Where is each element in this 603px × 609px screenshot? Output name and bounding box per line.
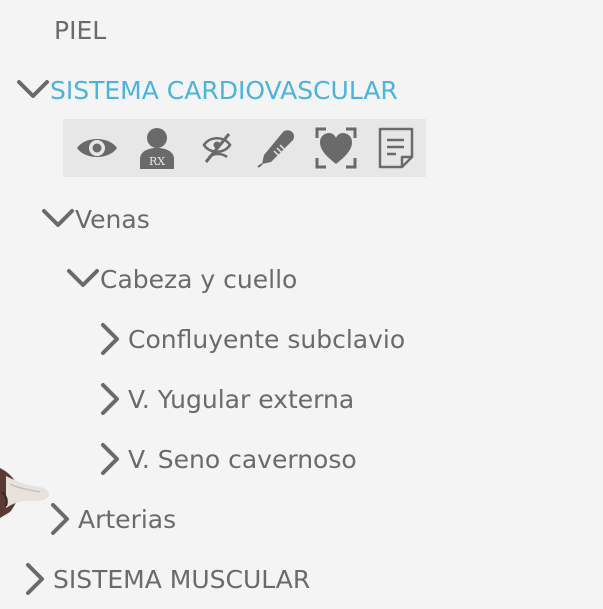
eye-icon [75, 133, 119, 163]
chevron-down-icon[interactable] [16, 73, 50, 107]
tree-item-arterias[interactable]: Arterias [44, 489, 176, 549]
chevron-right-icon[interactable] [94, 442, 128, 476]
tree-item-sistema-cardiovascular[interactable]: SISTEMA CARDIOVASCULAR [16, 60, 398, 120]
chevron-down-icon[interactable] [41, 202, 75, 236]
tree-item-label: Venas [75, 204, 150, 234]
rx-button[interactable]: RX [127, 119, 187, 177]
anatomy-tree: PIEL SISTEMA CARDIOVASCULAR RX Venas Cab… [0, 0, 603, 602]
tree-item-label: V. Seno cavernoso [128, 444, 357, 474]
tree-item-label: SISTEMA CARDIOVASCULAR [50, 75, 398, 105]
tree-item-label: Cabeza y cuello [100, 264, 298, 294]
chevron-down-icon[interactable] [66, 262, 100, 296]
note-icon [377, 126, 415, 170]
notes-button[interactable] [366, 119, 426, 177]
heart-focus-icon [314, 126, 358, 170]
annotate-button[interactable] [246, 119, 306, 177]
item-action-toolbar: RX [63, 119, 426, 177]
svg-text:RX: RX [149, 155, 165, 168]
tree-item-label: SISTEMA MUSCULAR [53, 564, 311, 594]
tree-item-confluyente-subclavio[interactable]: Confluyente subclavio [94, 309, 405, 369]
anatomy-model-fragment [0, 462, 52, 520]
tree-item-label: Arterias [78, 504, 177, 534]
chevron-right-icon[interactable] [19, 562, 53, 596]
chevron-right-icon[interactable] [94, 382, 128, 416]
tree-item-label: PIEL [54, 15, 107, 45]
tree-item-v-yugular-externa[interactable]: V. Yugular externa [94, 369, 354, 429]
tree-item-piel[interactable]: PIEL [54, 0, 106, 60]
show-button[interactable] [67, 119, 127, 177]
hide-button[interactable] [187, 119, 247, 177]
tree-item-v-seno-cavernoso[interactable]: V. Seno cavernoso [94, 429, 357, 489]
rx-person-icon: RX [138, 127, 176, 169]
pen-icon [256, 128, 296, 168]
focus-button[interactable] [306, 119, 366, 177]
tree-item-sistema-muscular[interactable]: SISTEMA MUSCULAR [19, 549, 310, 609]
tree-item-label: Confluyente subclavio [128, 324, 406, 354]
chevron-right-icon[interactable] [94, 322, 128, 356]
tree-item-venas[interactable]: Venas [41, 189, 150, 249]
hide-eye-icon [200, 131, 234, 165]
tree-item-label: V. Yugular externa [128, 384, 355, 414]
tree-item-cabeza-y-cuello[interactable]: Cabeza y cuello [66, 249, 297, 309]
